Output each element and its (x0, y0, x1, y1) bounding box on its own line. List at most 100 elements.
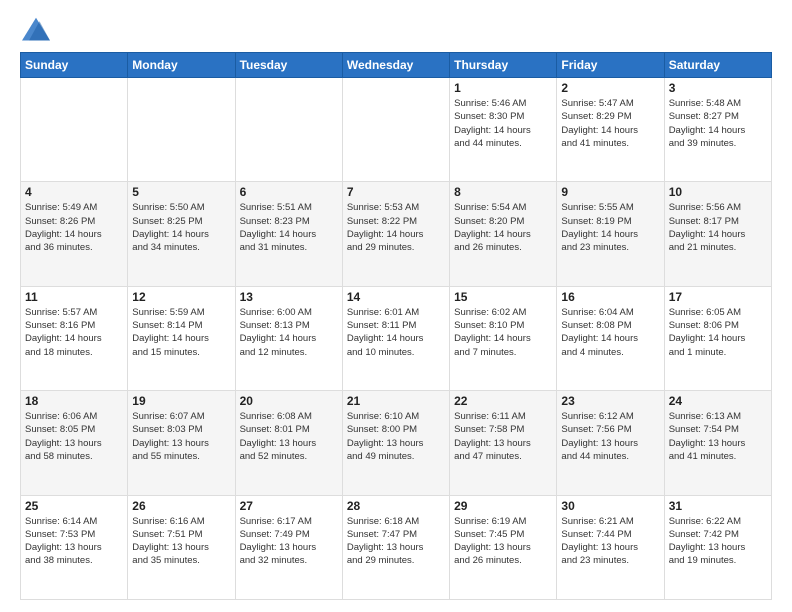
day-number: 8 (454, 185, 552, 199)
day-info: Sunrise: 6:19 AM Sunset: 7:45 PM Dayligh… (454, 515, 552, 568)
day-number: 2 (561, 81, 659, 95)
day-info: Sunrise: 5:50 AM Sunset: 8:25 PM Dayligh… (132, 201, 230, 254)
week-row-4: 18 Sunrise: 6:06 AM Sunset: 8:05 PM Dayli… (21, 391, 772, 495)
day-number: 3 (669, 81, 767, 95)
calendar-cell: 13 Sunrise: 6:00 AM Sunset: 8:13 PM Dayli… (235, 286, 342, 390)
calendar-cell: 3 Sunrise: 5:48 AM Sunset: 8:27 PM Daylig… (664, 78, 771, 182)
day-number: 4 (25, 185, 123, 199)
day-info: Sunrise: 6:18 AM Sunset: 7:47 PM Dayligh… (347, 515, 445, 568)
day-info: Sunrise: 6:11 AM Sunset: 7:58 PM Dayligh… (454, 410, 552, 463)
weekday-header-wednesday: Wednesday (342, 53, 449, 78)
day-number: 20 (240, 394, 338, 408)
calendar-cell (128, 78, 235, 182)
page: SundayMondayTuesdayWednesdayThursdayFrid… (0, 0, 792, 612)
day-info: Sunrise: 5:54 AM Sunset: 8:20 PM Dayligh… (454, 201, 552, 254)
day-number: 21 (347, 394, 445, 408)
logo (20, 16, 56, 44)
week-row-3: 11 Sunrise: 5:57 AM Sunset: 8:16 PM Dayli… (21, 286, 772, 390)
day-info: Sunrise: 6:14 AM Sunset: 7:53 PM Dayligh… (25, 515, 123, 568)
weekday-header-monday: Monday (128, 53, 235, 78)
calendar-cell: 30Sunrise: 6:21 AM Sunset: 7:44 PM Dayli… (557, 495, 664, 599)
weekday-header-sunday: Sunday (21, 53, 128, 78)
calendar-cell: 26Sunrise: 6:16 AM Sunset: 7:51 PM Dayli… (128, 495, 235, 599)
calendar-cell: 28 Sunrise: 6:18 AM Sunset: 7:47 PM Dayli… (342, 495, 449, 599)
calendar-cell: 6Sunrise: 5:51 AM Sunset: 8:23 PM Daylig… (235, 182, 342, 286)
day-info: Sunrise: 5:59 AM Sunset: 8:14 PM Dayligh… (132, 306, 230, 359)
day-number: 23 (561, 394, 659, 408)
calendar-cell: 20 Sunrise: 6:08 AM Sunset: 8:01 PM Dayli… (235, 391, 342, 495)
calendar-cell: 5 Sunrise: 5:50 AM Sunset: 8:25 PM Daylig… (128, 182, 235, 286)
weekday-header-row: SundayMondayTuesdayWednesdayThursdayFrid… (21, 53, 772, 78)
calendar-cell: 18 Sunrise: 6:06 AM Sunset: 8:05 PM Dayli… (21, 391, 128, 495)
calendar-cell (342, 78, 449, 182)
calendar-cell: 21Sunrise: 6:10 AM Sunset: 8:00 PM Dayli… (342, 391, 449, 495)
day-number: 22 (454, 394, 552, 408)
calendar-cell: 17 Sunrise: 6:05 AM Sunset: 8:06 PM Dayli… (664, 286, 771, 390)
calendar-cell: 15 Sunrise: 6:02 AM Sunset: 8:10 PM Dayli… (450, 286, 557, 390)
day-number: 10 (669, 185, 767, 199)
day-number: 12 (132, 290, 230, 304)
day-info: Sunrise: 6:07 AM Sunset: 8:03 PM Dayligh… (132, 410, 230, 463)
calendar-table: SundayMondayTuesdayWednesdayThursdayFrid… (20, 52, 772, 600)
day-number: 24 (669, 394, 767, 408)
weekday-header-tuesday: Tuesday (235, 53, 342, 78)
day-info: Sunrise: 5:57 AM Sunset: 8:16 PM Dayligh… (25, 306, 123, 359)
day-number: 31 (669, 499, 767, 513)
calendar-cell: 27 Sunrise: 6:17 AM Sunset: 7:49 PM Dayli… (235, 495, 342, 599)
day-number: 11 (25, 290, 123, 304)
day-info: Sunrise: 5:55 AM Sunset: 8:19 PM Dayligh… (561, 201, 659, 254)
day-info: Sunrise: 5:51 AM Sunset: 8:23 PM Dayligh… (240, 201, 338, 254)
calendar-cell: 8 Sunrise: 5:54 AM Sunset: 8:20 PM Daylig… (450, 182, 557, 286)
weekday-header-saturday: Saturday (664, 53, 771, 78)
calendar-cell: 22 Sunrise: 6:11 AM Sunset: 7:58 PM Dayli… (450, 391, 557, 495)
day-info: Sunrise: 5:47 AM Sunset: 8:29 PM Dayligh… (561, 97, 659, 150)
day-info: Sunrise: 5:53 AM Sunset: 8:22 PM Dayligh… (347, 201, 445, 254)
day-number: 5 (132, 185, 230, 199)
calendar-cell: 23 Sunrise: 6:12 AM Sunset: 7:56 PM Dayli… (557, 391, 664, 495)
day-info: Sunrise: 6:01 AM Sunset: 8:11 PM Dayligh… (347, 306, 445, 359)
day-info: Sunrise: 6:08 AM Sunset: 8:01 PM Dayligh… (240, 410, 338, 463)
calendar-cell: 25Sunrise: 6:14 AM Sunset: 7:53 PM Dayli… (21, 495, 128, 599)
day-number: 14 (347, 290, 445, 304)
calendar-cell: 11 Sunrise: 5:57 AM Sunset: 8:16 PM Dayli… (21, 286, 128, 390)
calendar-cell: 1Sunrise: 5:46 AM Sunset: 8:30 PM Daylig… (450, 78, 557, 182)
calendar-cell: 7 Sunrise: 5:53 AM Sunset: 8:22 PM Daylig… (342, 182, 449, 286)
day-info: Sunrise: 6:17 AM Sunset: 7:49 PM Dayligh… (240, 515, 338, 568)
day-number: 13 (240, 290, 338, 304)
calendar-cell: 19 Sunrise: 6:07 AM Sunset: 8:03 PM Dayli… (128, 391, 235, 495)
week-row-1: 1Sunrise: 5:46 AM Sunset: 8:30 PM Daylig… (21, 78, 772, 182)
calendar-cell: 9 Sunrise: 5:55 AM Sunset: 8:19 PM Daylig… (557, 182, 664, 286)
day-info: Sunrise: 6:21 AM Sunset: 7:44 PM Dayligh… (561, 515, 659, 568)
day-number: 29 (454, 499, 552, 513)
week-row-2: 4Sunrise: 5:49 AM Sunset: 8:26 PM Daylig… (21, 182, 772, 286)
day-number: 28 (347, 499, 445, 513)
day-number: 1 (454, 81, 552, 95)
day-info: Sunrise: 6:00 AM Sunset: 8:13 PM Dayligh… (240, 306, 338, 359)
weekday-header-friday: Friday (557, 53, 664, 78)
weekday-header-thursday: Thursday (450, 53, 557, 78)
day-info: Sunrise: 6:16 AM Sunset: 7:51 PM Dayligh… (132, 515, 230, 568)
calendar-cell: 4Sunrise: 5:49 AM Sunset: 8:26 PM Daylig… (21, 182, 128, 286)
day-info: Sunrise: 6:06 AM Sunset: 8:05 PM Dayligh… (25, 410, 123, 463)
day-number: 7 (347, 185, 445, 199)
day-number: 9 (561, 185, 659, 199)
day-number: 15 (454, 290, 552, 304)
day-number: 16 (561, 290, 659, 304)
day-number: 27 (240, 499, 338, 513)
day-number: 17 (669, 290, 767, 304)
day-info: Sunrise: 6:05 AM Sunset: 8:06 PM Dayligh… (669, 306, 767, 359)
day-number: 19 (132, 394, 230, 408)
day-number: 18 (25, 394, 123, 408)
day-info: Sunrise: 5:56 AM Sunset: 8:17 PM Dayligh… (669, 201, 767, 254)
day-info: Sunrise: 6:22 AM Sunset: 7:42 PM Dayligh… (669, 515, 767, 568)
day-info: Sunrise: 6:12 AM Sunset: 7:56 PM Dayligh… (561, 410, 659, 463)
calendar-cell: 29 Sunrise: 6:19 AM Sunset: 7:45 PM Dayli… (450, 495, 557, 599)
calendar-cell: 24 Sunrise: 6:13 AM Sunset: 7:54 PM Dayli… (664, 391, 771, 495)
day-info: Sunrise: 6:02 AM Sunset: 8:10 PM Dayligh… (454, 306, 552, 359)
day-info: Sunrise: 6:04 AM Sunset: 8:08 PM Dayligh… (561, 306, 659, 359)
logo-icon (20, 16, 52, 44)
day-info: Sunrise: 5:48 AM Sunset: 8:27 PM Dayligh… (669, 97, 767, 150)
calendar-cell: 31 Sunrise: 6:22 AM Sunset: 7:42 PM Dayli… (664, 495, 771, 599)
day-info: Sunrise: 6:13 AM Sunset: 7:54 PM Dayligh… (669, 410, 767, 463)
calendar-cell (21, 78, 128, 182)
